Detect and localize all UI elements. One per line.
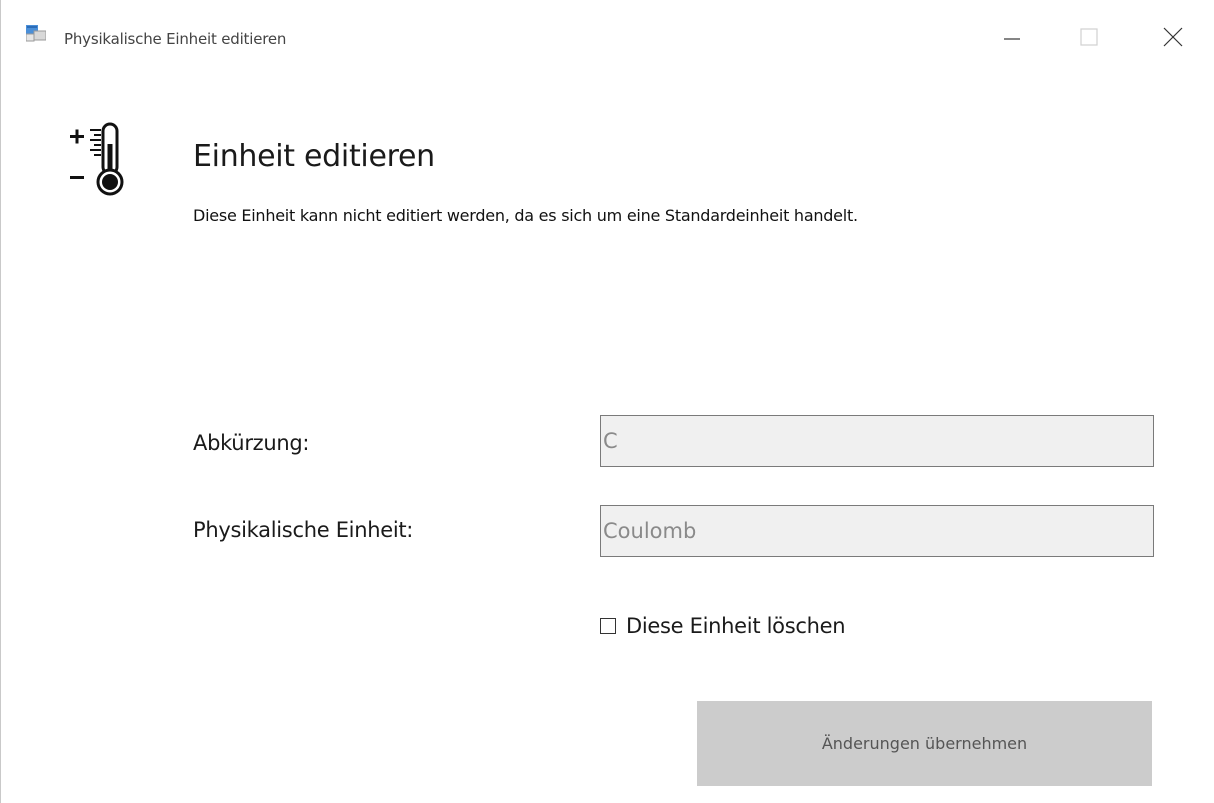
close-button[interactable] <box>1156 18 1202 58</box>
delete-unit-checkbox-label: Diese Einheit löschen <box>626 614 846 638</box>
title-bar[interactable]: Physikalische Einheit editieren <box>1 0 1214 80</box>
delete-unit-checkbox[interactable]: Diese Einheit löschen <box>600 614 846 638</box>
unit-name-field[interactable] <box>600 505 1154 557</box>
dialog-window: Physikalische Einheit editieren Einheit … <box>0 0 1214 803</box>
page-title: Einheit editieren <box>193 139 435 174</box>
minimize-button[interactable] <box>994 18 1040 58</box>
window-title: Physikalische Einheit editieren <box>64 30 287 48</box>
apply-changes-button-label: Änderungen übernehmen <box>821 734 1028 753</box>
maximize-button[interactable] <box>1068 18 1114 58</box>
maximize-icon <box>1080 28 1098 46</box>
abbreviation-field[interactable] <box>600 415 1154 467</box>
checkbox-box[interactable] <box>600 618 616 634</box>
abbreviation-label: Abkürzung: <box>193 431 310 455</box>
minimize-icon <box>1004 38 1020 40</box>
close-icon <box>1163 27 1183 47</box>
unit-name-label: Physikalische Einheit: <box>193 518 414 542</box>
apply-changes-button[interactable]: Änderungen übernehmen <box>697 701 1152 786</box>
thermometer-plus-minus-icon <box>68 122 134 196</box>
app-icon <box>25 25 47 43</box>
info-message: Diese Einheit kann nicht editiert werden… <box>193 206 858 225</box>
